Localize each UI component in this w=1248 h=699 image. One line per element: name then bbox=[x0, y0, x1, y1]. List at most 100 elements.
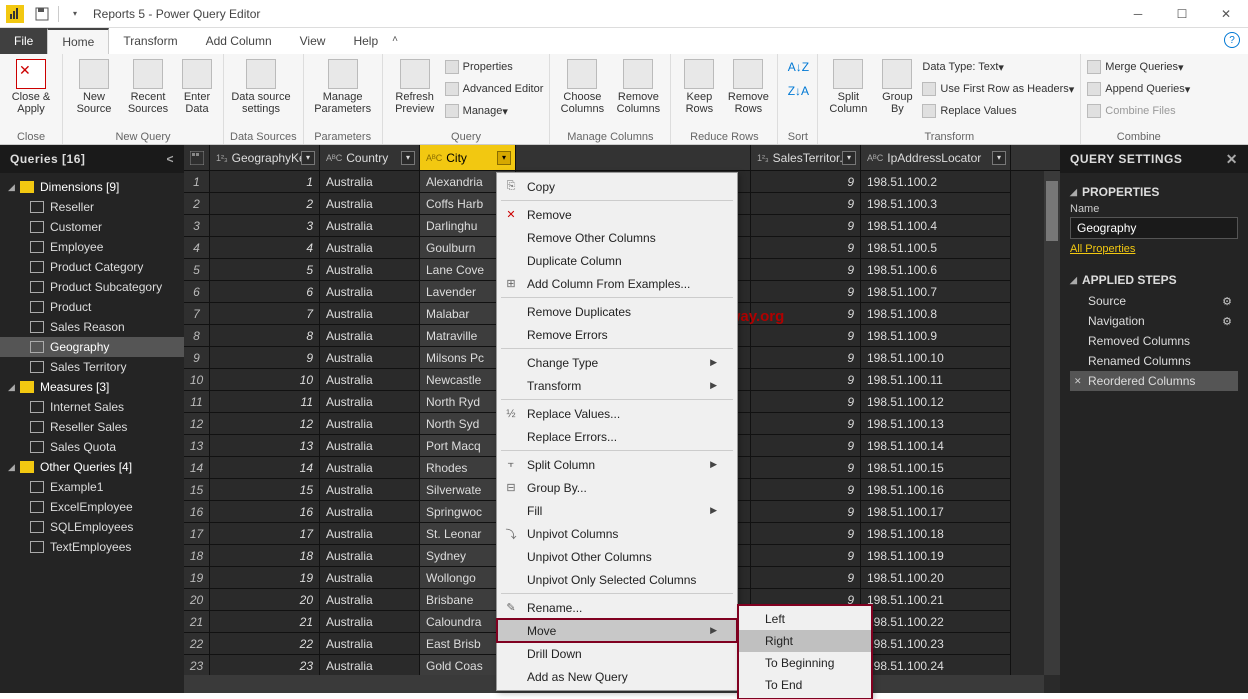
cell[interactable]: Australia bbox=[320, 325, 420, 347]
tree-item[interactable]: Internet Sales bbox=[0, 397, 184, 417]
cell[interactable]: 9 bbox=[751, 567, 861, 589]
tree-item[interactable]: Product Category bbox=[0, 257, 184, 277]
menu-add-examples[interactable]: ⊞Add Column From Examples... bbox=[497, 272, 737, 295]
help-icon[interactable]: ? bbox=[1224, 32, 1240, 48]
cell[interactable]: 198.51.100.8 bbox=[861, 303, 1011, 325]
vertical-scrollbar[interactable] bbox=[1044, 171, 1060, 675]
choose-columns-button[interactable]: Choose Columns bbox=[556, 57, 608, 115]
menu-remove-other[interactable]: Remove Other Columns bbox=[497, 226, 737, 249]
cell[interactable]: 9 bbox=[751, 193, 861, 215]
filter-icon[interactable]: ▾ bbox=[497, 151, 511, 165]
cell[interactable]: 18 bbox=[210, 545, 320, 567]
cell[interactable]: 198.51.100.16 bbox=[861, 479, 1011, 501]
cell[interactable]: 1 bbox=[210, 171, 320, 193]
cell[interactable]: 198.51.100.2 bbox=[861, 171, 1011, 193]
query-name-input[interactable] bbox=[1070, 217, 1238, 239]
cell[interactable]: 198.51.100.6 bbox=[861, 259, 1011, 281]
data-type-button[interactable]: Data Type: Text ▾ bbox=[922, 57, 1074, 77]
data-source-settings-button[interactable]: Data source settings bbox=[230, 57, 292, 115]
cell[interactable]: 198.51.100.15 bbox=[861, 457, 1011, 479]
tree-item[interactable]: Sales Quota bbox=[0, 437, 184, 457]
cell[interactable]: 9 bbox=[751, 435, 861, 457]
applied-step[interactable]: Reordered Columns bbox=[1070, 371, 1238, 391]
cell[interactable]: 198.51.100.23 bbox=[861, 633, 1011, 655]
tree-item[interactable]: TextEmployees bbox=[0, 537, 184, 557]
cell[interactable]: Australia bbox=[320, 369, 420, 391]
cell[interactable]: 198.51.100.12 bbox=[861, 391, 1011, 413]
remove-columns-button[interactable]: Remove Columns bbox=[612, 57, 664, 115]
cell[interactable]: 9 bbox=[751, 259, 861, 281]
cell[interactable]: Australia bbox=[320, 567, 420, 589]
cell[interactable]: 9 bbox=[751, 391, 861, 413]
cell[interactable]: Australia bbox=[320, 523, 420, 545]
grid-corner[interactable] bbox=[184, 145, 210, 170]
filter-icon[interactable]: ▾ bbox=[842, 151, 856, 165]
cell[interactable]: Australia bbox=[320, 237, 420, 259]
close-window-button[interactable]: ✕ bbox=[1204, 0, 1248, 28]
cell[interactable]: Australia bbox=[320, 171, 420, 193]
cell[interactable]: 22 bbox=[210, 633, 320, 655]
cell[interactable]: 9 bbox=[751, 501, 861, 523]
cell[interactable]: 7 bbox=[210, 303, 320, 325]
gear-icon[interactable]: ⚙ bbox=[1222, 315, 1232, 328]
menu-rename[interactable]: ✎Rename... bbox=[497, 596, 737, 619]
cell[interactable]: 198.51.100.18 bbox=[861, 523, 1011, 545]
menu-split-column[interactable]: ⫟Split Column▶ bbox=[497, 453, 737, 476]
applied-step[interactable]: Navigation⚙ bbox=[1070, 311, 1238, 331]
tree-item[interactable]: SQLEmployees bbox=[0, 517, 184, 537]
close-apply-button[interactable]: ✕ Close & Apply bbox=[6, 57, 56, 115]
queries-collapse-icon[interactable]: < bbox=[166, 152, 174, 166]
sort-asc-button[interactable]: A↓Z bbox=[784, 57, 812, 77]
tree-group[interactable]: ◢Other Queries [4] bbox=[0, 457, 184, 477]
cell[interactable]: Australia bbox=[320, 479, 420, 501]
submenu-left[interactable]: Left bbox=[739, 608, 871, 630]
cell[interactable]: 198.51.100.7 bbox=[861, 281, 1011, 303]
cell[interactable]: 9 bbox=[751, 369, 861, 391]
tab-view[interactable]: View bbox=[286, 28, 340, 54]
cell[interactable]: 6 bbox=[210, 281, 320, 303]
cell[interactable]: 9 bbox=[751, 457, 861, 479]
minimize-button[interactable]: ─ bbox=[1116, 0, 1160, 28]
cell[interactable]: 23 bbox=[210, 655, 320, 677]
menu-copy[interactable]: ⎘Copy bbox=[497, 175, 737, 198]
cell[interactable]: 9 bbox=[210, 347, 320, 369]
tree-item[interactable]: Geography bbox=[0, 337, 184, 357]
cell[interactable]: Australia bbox=[320, 545, 420, 567]
column-header[interactable]: AᴮCCountry▾ bbox=[320, 145, 420, 170]
cell[interactable]: 198.51.100.9 bbox=[861, 325, 1011, 347]
menu-unpivot-columns[interactable]: ⤵Unpivot Columns bbox=[497, 522, 737, 545]
menu-unpivot-selected[interactable]: Unpivot Only Selected Columns bbox=[497, 568, 737, 591]
cell[interactable]: Australia bbox=[320, 457, 420, 479]
column-header[interactable]: 1²₃GeographyKey▾ bbox=[210, 145, 320, 170]
tab-help[interactable]: Help bbox=[339, 28, 392, 54]
cell[interactable]: 198.51.100.17 bbox=[861, 501, 1011, 523]
menu-group-by[interactable]: ⊟Group By... bbox=[497, 476, 737, 499]
cell[interactable]: 198.51.100.4 bbox=[861, 215, 1011, 237]
maximize-button[interactable]: ☐ bbox=[1160, 0, 1204, 28]
tree-item[interactable]: Employee bbox=[0, 237, 184, 257]
cell[interactable]: 3 bbox=[210, 215, 320, 237]
tab-transform[interactable]: Transform bbox=[109, 28, 191, 54]
cell[interactable]: 9 bbox=[751, 347, 861, 369]
menu-drill-down[interactable]: Drill Down bbox=[497, 642, 737, 665]
cell[interactable]: 198.51.100.20 bbox=[861, 567, 1011, 589]
cell[interactable]: 198.51.100.13 bbox=[861, 413, 1011, 435]
applied-step[interactable]: Renamed Columns bbox=[1070, 351, 1238, 371]
cell[interactable]: 9 bbox=[751, 325, 861, 347]
tree-item[interactable]: Sales Reason bbox=[0, 317, 184, 337]
cell[interactable]: 198.51.100.3 bbox=[861, 193, 1011, 215]
tree-group[interactable]: ◢Measures [3] bbox=[0, 377, 184, 397]
cell[interactable]: 8 bbox=[210, 325, 320, 347]
cell[interactable]: 198.51.100.5 bbox=[861, 237, 1011, 259]
keep-rows-button[interactable]: Keep Rows bbox=[677, 57, 721, 115]
cell[interactable]: Australia bbox=[320, 347, 420, 369]
recent-sources-button[interactable]: Recent Sources bbox=[123, 57, 173, 115]
arrow-icon[interactable]: ◢ bbox=[1070, 187, 1082, 198]
menu-move[interactable]: Move▶ bbox=[497, 619, 737, 642]
merge-queries-button[interactable]: Merge Queries ▾ bbox=[1087, 57, 1190, 77]
menu-change-type[interactable]: Change Type▶ bbox=[497, 351, 737, 374]
tab-file[interactable]: File bbox=[0, 28, 47, 54]
cell[interactable]: 9 bbox=[751, 237, 861, 259]
new-source-button[interactable]: New Source bbox=[69, 57, 119, 115]
cell[interactable]: 19 bbox=[210, 567, 320, 589]
